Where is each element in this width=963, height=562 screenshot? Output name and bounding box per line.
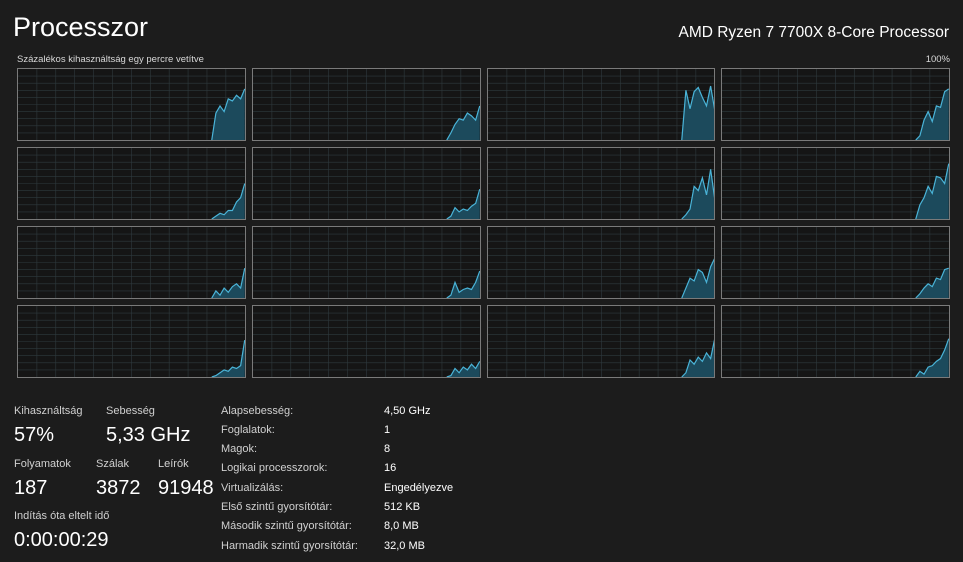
cpu-core-graph-svg [487, 69, 715, 140]
uptime-value: 0:00:00:29 [14, 529, 109, 551]
info-value-l3-cache: 32,0 MB [384, 540, 425, 552]
info-key-l3-cache: Harmadik szintű gyorsítótár: [221, 540, 358, 552]
cpu-core-graph-svg [18, 148, 245, 219]
uptime-label: Indítás óta eltelt idő [14, 510, 110, 522]
info-value-base-speed: 4,50 GHz [384, 405, 431, 417]
graph-max-label: 100% [925, 54, 950, 65]
cpu-core-graph-svg [18, 306, 245, 377]
info-value-virtualization: Engedélyezve [384, 482, 454, 494]
cpu-core-graph-7[interactable] [721, 147, 950, 220]
info-value-l2-cache: 8,0 MB [384, 520, 419, 532]
info-key-sockets: Foglalatok: [221, 424, 275, 436]
speed-value: 5,33 GHz [106, 424, 191, 446]
info-key-base-speed: Alapsebesség: [221, 405, 294, 417]
cpu-model-name: AMD Ryzen 7 7700X 8-Core Processor [678, 24, 949, 41]
cpu-core-graph-svg [487, 306, 715, 377]
core-usage-area [681, 258, 715, 298]
processes-value: 187 [14, 477, 48, 499]
speed-label: Sebesség [106, 405, 155, 417]
cpu-core-graph-9[interactable] [251, 226, 481, 299]
logical-processor-graph-grid[interactable] [17, 68, 950, 378]
info-key-logical-processors: Logikai processzorok: [221, 462, 328, 474]
graph-subtitle: Százalékos kihasználtság egy percre vetí… [17, 54, 204, 65]
cpu-core-graph-svg [722, 227, 949, 298]
cpu-core-graph-2[interactable] [486, 68, 716, 141]
cpu-core-graph-svg [252, 227, 480, 298]
cpu-core-graph-svg [487, 227, 715, 298]
cpu-core-graph-3[interactable] [721, 68, 950, 141]
cpu-core-graph-svg [252, 148, 480, 219]
cpu-core-graph-svg [252, 69, 480, 140]
core-usage-area [446, 105, 480, 140]
cpu-core-graph-5[interactable] [251, 147, 481, 220]
handles-label: Leírók [158, 458, 189, 470]
threads-value: 3872 [96, 477, 141, 499]
cpu-core-graph-14[interactable] [486, 305, 716, 378]
page-title: Processzor [13, 12, 149, 42]
cpu-core-graph-4[interactable] [17, 147, 246, 220]
core-usage-area [211, 183, 245, 219]
cpu-core-graph-10[interactable] [486, 226, 716, 299]
utilization-label: Kihasználtság [14, 405, 83, 417]
cpu-core-graph-8[interactable] [17, 226, 246, 299]
info-key-virtualization: Virtualizálás: [221, 482, 284, 494]
info-value-l1-cache: 512 KB [384, 501, 421, 513]
cpu-core-graph-11[interactable] [721, 226, 950, 299]
cpu-core-graph-svg [722, 306, 949, 377]
cpu-core-graph-15[interactable] [721, 305, 950, 378]
info-value-logical-processors: 16 [384, 462, 397, 474]
cpu-core-graph-svg [722, 69, 949, 140]
cpu-core-graph-svg [252, 306, 480, 377]
info-key-l1-cache: Első szintű gyorsítótár: [221, 501, 333, 513]
info-key-l2-cache: Második szintű gyorsítótár: [221, 520, 352, 532]
cpu-core-graph-svg [487, 148, 715, 219]
utilization-value: 57% [14, 424, 55, 446]
cpu-core-graph-svg [18, 69, 245, 140]
cpu-core-graph-6[interactable] [486, 147, 716, 220]
processes-label: Folyamatok [14, 458, 71, 470]
info-value-sockets: 1 [384, 424, 391, 436]
cpu-core-graph-13[interactable] [251, 305, 481, 378]
core-usage-area [211, 88, 245, 140]
threads-label: Szálak [96, 458, 130, 470]
cpu-core-graph-12[interactable] [17, 305, 246, 378]
info-key-cores: Magok: [221, 443, 258, 455]
cpu-core-graph-1[interactable] [251, 68, 481, 141]
info-value-cores: 8 [384, 443, 391, 455]
cpu-core-graph-svg [722, 148, 949, 219]
handles-value: 91948 [158, 477, 214, 499]
cpu-core-graph-svg [18, 227, 245, 298]
core-usage-area [211, 268, 245, 298]
cpu-core-graph-0[interactable] [17, 68, 246, 141]
